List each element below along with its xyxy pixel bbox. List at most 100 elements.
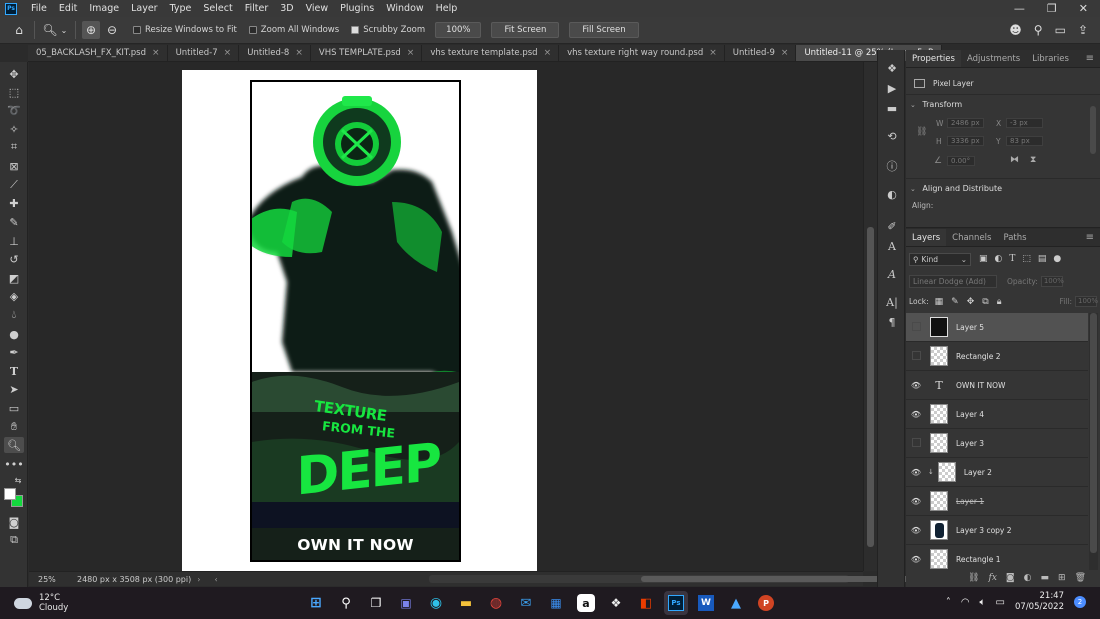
align-section-header[interactable]: ⌄ Align and Distribute (910, 184, 1002, 193)
task-view-icon[interactable]: ❐ (364, 591, 388, 615)
photos-icon[interactable]: ▲ (724, 591, 748, 615)
scrollbar-thumb[interactable] (1090, 313, 1097, 553)
filter-smart-object-icon[interactable]: ▤ (1038, 254, 1047, 264)
menu-file[interactable]: File (25, 3, 53, 14)
layer-row[interactable]: 👁︎ T OWN IT NOW (906, 371, 1088, 400)
tab-document[interactable]: Untitled-9 × (725, 45, 797, 61)
clock[interactable]: 21:47 07/05/2022 (1015, 591, 1064, 613)
width-field[interactable]: 2486 px (947, 118, 984, 128)
brush-tool-icon[interactable]: ✎ (4, 214, 24, 230)
close-tab-icon[interactable]: × (709, 48, 717, 58)
close-tab-icon[interactable]: × (295, 48, 303, 58)
marquee-tool-icon[interactable]: ⬚ (4, 84, 24, 100)
character-styles-icon[interactable]: A| (883, 294, 901, 310)
chevron-down-icon[interactable]: ⌄ (59, 21, 69, 39)
zoom-level[interactable]: 25% (29, 575, 61, 584)
lock-transparent-icon[interactable]: ▦ (935, 297, 944, 307)
tab-paths[interactable]: Paths (997, 229, 1032, 246)
close-tab-icon[interactable]: × (152, 48, 160, 58)
layer-row[interactable]: Layer 3 (906, 429, 1088, 458)
tab-layers[interactable]: Layers (906, 229, 947, 246)
minimize-icon[interactable]: — (1014, 2, 1025, 15)
office-icon[interactable]: ◧ (634, 591, 658, 615)
transform-section-header[interactable]: ⌄ Transform (910, 100, 962, 109)
visibility-toggle-icon[interactable] (906, 351, 926, 362)
actions-play-icon[interactable]: ▶ (883, 80, 901, 96)
filter-shape-icon[interactable]: ⬚ (1022, 254, 1031, 264)
fill-field[interactable]: 100% (1075, 296, 1098, 307)
tab-channels[interactable]: Channels (946, 229, 997, 246)
fill-screen-button[interactable]: Fill Screen (569, 22, 639, 38)
flip-vertical-icon[interactable]: ⧗ (1030, 155, 1036, 165)
canvas-vertical-scrollbar[interactable] (863, 62, 877, 571)
close-tab-icon[interactable]: × (544, 48, 552, 58)
canvas-horizontal-scrollbar[interactable] (429, 575, 927, 583)
close-icon[interactable]: ✕ (1079, 2, 1088, 15)
panel-menu-icon[interactable]: ≡ (1086, 229, 1100, 246)
chevron-up-icon[interactable]: ˄ (946, 597, 951, 608)
workspace-icon[interactable]: ▭ (1055, 23, 1066, 37)
zoom-tool-preset-icon[interactable]: 🔍︎ (41, 21, 59, 39)
filter-type-icon[interactable]: T (1009, 254, 1015, 264)
mail-icon[interactable]: ✉ (514, 591, 538, 615)
filter-pixel-icon[interactable]: ▣ (979, 254, 988, 264)
swap-colors-icon[interactable]: ⇆ (12, 472, 24, 488)
new-group-icon[interactable]: ▬ (1041, 573, 1050, 583)
menu-edit[interactable]: Edit (53, 3, 83, 14)
more-tools-icon[interactable]: ••• (4, 456, 24, 472)
clone-stamp-icon[interactable]: ⊥ (4, 233, 24, 249)
rectangle-tool-icon[interactable]: ▭ (4, 400, 24, 416)
edge-icon[interactable]: ◉ (424, 591, 448, 615)
blur-tool-icon[interactable]: 💧︎ (4, 307, 24, 323)
zoom-in-icon[interactable]: ⊕ (82, 21, 100, 39)
delete-layer-icon[interactable]: 🗑︎ (1075, 573, 1086, 583)
tool-presets-icon[interactable]: ▬ (883, 100, 901, 116)
wifi-icon[interactable]: ◠ (961, 597, 970, 608)
foreground-color-swatch[interactable] (4, 488, 16, 500)
eye-icon[interactable]: 👁︎ (906, 381, 926, 390)
tab-libraries[interactable]: Libraries (1026, 50, 1075, 67)
canvas-area[interactable]: TEXTURE FROM THE DEEP OWN IT NOW (29, 62, 863, 571)
eyedropper-tool-icon[interactable]: ⟋ (4, 177, 24, 193)
paint-bucket-icon[interactable]: ◈ (4, 288, 24, 304)
new-adjustment-icon[interactable]: ◐ (1024, 573, 1032, 583)
menu-select[interactable]: Select (197, 3, 238, 14)
scroll-left-icon[interactable]: ‹ (214, 575, 217, 584)
fit-screen-button[interactable]: Fit Screen (491, 22, 560, 38)
dropbox-icon[interactable]: ❖ (604, 591, 628, 615)
file-explorer-icon[interactable]: ▬ (454, 591, 478, 615)
photoshop-taskbar-icon[interactable]: Ps (664, 591, 688, 615)
upload-icon[interactable]: ⇪ (1078, 23, 1088, 37)
frame-tool-icon[interactable]: ⊠ (4, 158, 24, 174)
path-selection-icon[interactable]: ➤ (4, 381, 24, 397)
layer-row[interactable]: Layer 5 (906, 313, 1088, 342)
eye-icon[interactable]: 👁︎ (906, 526, 926, 535)
kind-filter-select[interactable]: ⚲ Kind ⌄ (909, 252, 971, 266)
layer-row[interactable]: 👁︎ Layer 3 copy 2 (906, 516, 1088, 545)
close-tab-icon[interactable]: × (224, 48, 232, 58)
new-layer-icon[interactable]: ⊞ (1058, 573, 1066, 583)
magic-wand-tool-icon[interactable]: ✧ (4, 121, 24, 137)
store-icon[interactable]: ▦ (544, 591, 568, 615)
menu-help[interactable]: Help (430, 3, 464, 14)
filter-toggle-icon[interactable]: ● (1053, 254, 1061, 264)
search-icon[interactable]: ⚲ (1034, 23, 1043, 37)
layer-row[interactable]: 👁︎ ↓ Layer 2 (906, 458, 1088, 487)
adjustments-icon[interactable]: ◐ (883, 186, 901, 202)
checkbox-box-checked[interactable] (351, 26, 360, 34)
zoom-value-button[interactable]: 100% (435, 22, 482, 38)
close-tab-icon[interactable]: × (407, 48, 415, 58)
visibility-toggle-icon[interactable] (906, 322, 926, 333)
screen-mode-icon[interactable]: ⧉ (4, 532, 24, 548)
share-icon[interactable]: ☻ (1009, 23, 1022, 37)
y-field[interactable]: 83 px (1006, 136, 1043, 146)
layer-row[interactable]: 👁︎ Layer 1 (906, 487, 1088, 516)
close-tab-icon[interactable]: × (781, 48, 789, 58)
dodge-tool-icon[interactable]: ● (4, 326, 24, 342)
quick-mask-icon[interactable]: ◙ (4, 514, 24, 530)
menu-plugins[interactable]: Plugins (334, 3, 380, 14)
tab-properties[interactable]: Properties (906, 50, 961, 67)
tab-adjustments[interactable]: Adjustments (961, 50, 1026, 67)
menu-3d[interactable]: 3D (274, 3, 299, 14)
blend-mode-select[interactable]: Linear Dodge (Add) (909, 275, 997, 288)
